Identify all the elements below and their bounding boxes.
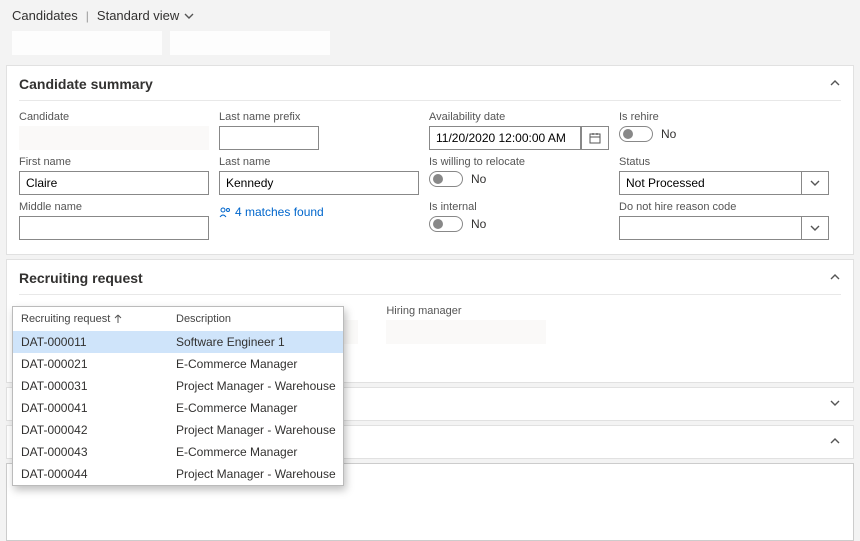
lookup-row[interactable]: DAT-000041E-Commerce Manager bbox=[13, 397, 343, 419]
lookup-row-desc: E-Commerce Manager bbox=[176, 445, 339, 459]
availability-input[interactable] bbox=[429, 126, 581, 150]
divider: | bbox=[86, 9, 89, 23]
lookup-row-id: DAT-000041 bbox=[21, 401, 176, 415]
sort-asc-icon bbox=[114, 314, 122, 324]
lookup-col1-header: Recruiting request bbox=[21, 313, 110, 325]
dnh-input[interactable] bbox=[619, 216, 801, 240]
date-picker-button[interactable] bbox=[581, 126, 609, 150]
expand-button[interactable] bbox=[829, 396, 841, 412]
lookup-row-id: DAT-000044 bbox=[21, 467, 176, 481]
hiring-manager-readonly bbox=[386, 320, 546, 344]
matches-text: 4 matches found bbox=[235, 205, 324, 219]
lookup-row[interactable]: DAT-000031Project Manager - Warehouse bbox=[13, 375, 343, 397]
collapse-button[interactable] bbox=[829, 76, 841, 92]
status-input[interactable] bbox=[619, 171, 801, 195]
lookup-row-desc: Software Engineer 1 bbox=[176, 335, 339, 349]
lookup-row-id: DAT-000011 bbox=[21, 335, 176, 349]
internal-label: Is internal bbox=[429, 201, 609, 213]
toolbar-placeholder bbox=[0, 31, 860, 63]
candidate-label: Candidate bbox=[19, 111, 209, 123]
view-selector[interactable]: Standard view bbox=[97, 8, 195, 23]
chevron-down-icon bbox=[809, 222, 821, 234]
lookup-col-header-sort[interactable]: Recruiting request bbox=[21, 313, 176, 325]
chevron-up-icon bbox=[829, 435, 841, 447]
relocate-label: Is willing to relocate bbox=[429, 156, 609, 168]
lookup-row-id: DAT-000021 bbox=[21, 357, 176, 371]
lookup-row[interactable]: DAT-000021E-Commerce Manager bbox=[13, 353, 343, 375]
lookup-col2-header[interactable]: Description bbox=[176, 313, 331, 325]
lookup-row-desc: E-Commerce Manager bbox=[176, 401, 339, 415]
lookup-row-id: DAT-000043 bbox=[21, 445, 176, 459]
lookup-row-desc: Project Manager - Warehouse bbox=[176, 379, 339, 393]
recruiting-request-lookup: Recruiting request Description DAT-00001… bbox=[12, 306, 344, 486]
lookup-row[interactable]: DAT-000043E-Commerce Manager bbox=[13, 441, 343, 463]
hiring-manager-label: Hiring manager bbox=[386, 305, 546, 317]
chevron-up-icon bbox=[829, 77, 841, 89]
candidate-summary-panel: Candidate summary Candidate First name M… bbox=[6, 65, 854, 255]
collapse-button[interactable] bbox=[829, 270, 841, 286]
relocate-value: No bbox=[471, 172, 486, 186]
matches-link[interactable]: 4 matches found bbox=[219, 205, 324, 219]
middle-name-input[interactable] bbox=[19, 216, 209, 240]
relocate-toggle[interactable] bbox=[429, 171, 463, 187]
chevron-up-icon bbox=[829, 271, 841, 283]
candidate-readonly bbox=[19, 126, 209, 150]
lookup-row-id: DAT-000042 bbox=[21, 423, 176, 437]
calendar-icon bbox=[589, 132, 601, 144]
last-name-prefix-input[interactable] bbox=[219, 126, 319, 150]
panel-title: Recruiting request bbox=[19, 270, 143, 286]
dnh-label: Do not hire reason code bbox=[619, 201, 829, 213]
last-name-label: Last name bbox=[219, 156, 419, 168]
first-name-label: First name bbox=[19, 156, 209, 168]
first-name-input[interactable] bbox=[19, 171, 209, 195]
status-label: Status bbox=[619, 156, 829, 168]
lookup-row-id: DAT-000031 bbox=[21, 379, 176, 393]
chevron-down-icon bbox=[809, 177, 821, 189]
dnh-dropdown-button[interactable] bbox=[801, 216, 829, 240]
internal-toggle[interactable] bbox=[429, 216, 463, 232]
last-name-input[interactable] bbox=[219, 171, 419, 195]
lookup-row[interactable]: DAT-000044Project Manager - Warehouse bbox=[13, 463, 343, 485]
view-label: Standard view bbox=[97, 8, 179, 23]
last-name-prefix-label: Last name prefix bbox=[219, 111, 419, 123]
chevron-down-icon bbox=[829, 397, 841, 409]
panel-title: Candidate summary bbox=[19, 76, 153, 92]
collapse-button[interactable] bbox=[829, 434, 841, 450]
lookup-row-desc: E-Commerce Manager bbox=[176, 357, 339, 371]
availability-label: Availability date bbox=[429, 111, 609, 123]
rehire-value: No bbox=[661, 127, 676, 141]
middle-name-label: Middle name bbox=[19, 201, 209, 213]
people-icon bbox=[219, 206, 231, 218]
rehire-toggle[interactable] bbox=[619, 126, 653, 142]
rehire-label: Is rehire bbox=[619, 111, 829, 123]
lookup-row[interactable]: DAT-000011Software Engineer 1 bbox=[13, 331, 343, 353]
internal-value: No bbox=[471, 217, 486, 231]
lookup-row-desc: Project Manager - Warehouse bbox=[176, 423, 339, 437]
lookup-row[interactable]: DAT-000042Project Manager - Warehouse bbox=[13, 419, 343, 441]
lookup-row-desc: Project Manager - Warehouse bbox=[176, 467, 339, 481]
lookup-body[interactable]: DAT-000011Software Engineer 1DAT-000021E… bbox=[13, 331, 343, 485]
module-title: Candidates bbox=[12, 8, 78, 23]
status-dropdown-button[interactable] bbox=[801, 171, 829, 195]
chevron-down-icon bbox=[183, 10, 195, 22]
